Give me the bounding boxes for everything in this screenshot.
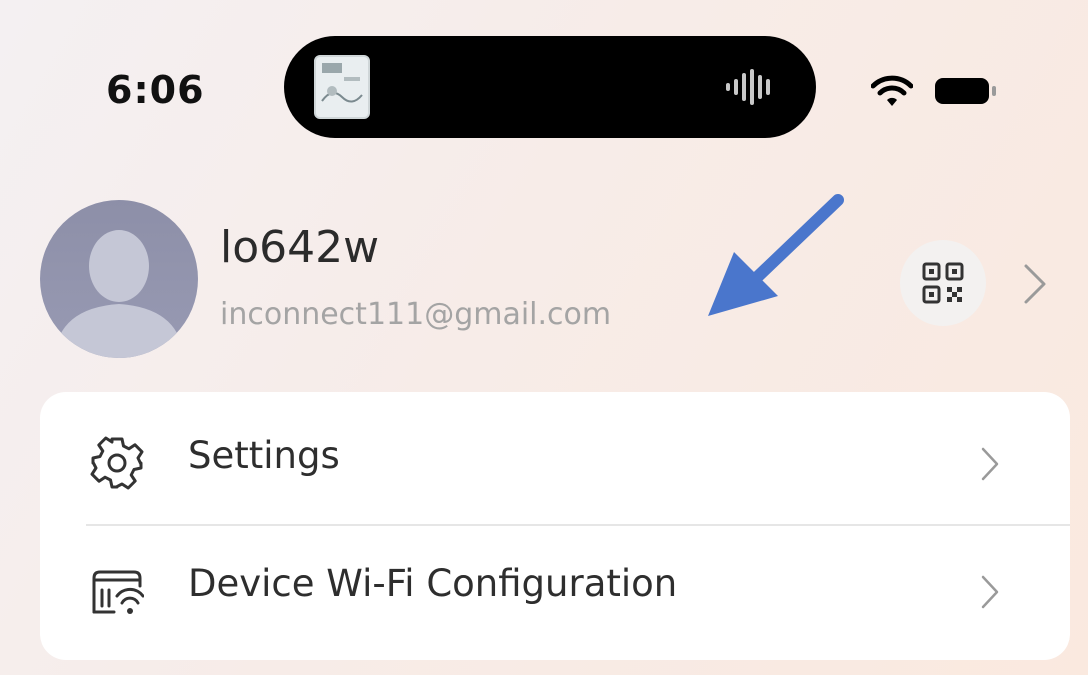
chevron-right-icon — [981, 447, 999, 481]
status-time: 6:06 — [106, 68, 205, 112]
chevron-right-icon[interactable] — [1022, 262, 1048, 306]
menu-item-settings[interactable]: Settings — [40, 392, 1070, 524]
album-thumbnail — [314, 55, 370, 119]
qr-code-button[interactable] — [900, 240, 986, 326]
dynamic-island[interactable] — [284, 36, 816, 138]
profile-email: inconnect111@gmail.com — [220, 297, 612, 332]
battery-icon — [935, 78, 996, 104]
menu-item-device-wifi-configuration[interactable]: Device Wi-Fi Configuration — [40, 526, 1070, 658]
profile-username: lo642w — [220, 222, 380, 273]
arrow-icon — [708, 194, 844, 316]
chevron-right-icon — [981, 575, 999, 609]
gear-icon — [90, 436, 144, 490]
qr-code-icon — [922, 262, 964, 304]
router-wifi-icon — [92, 570, 144, 614]
menu-item-label: Device Wi-Fi Configuration — [188, 562, 678, 605]
menu-item-label: Settings — [188, 434, 340, 477]
audio-waveform-icon — [726, 69, 770, 105]
menu-card: Settings Device Wi-Fi Configuration — [40, 392, 1070, 660]
avatar[interactable] — [40, 200, 198, 358]
wifi-icon — [871, 75, 913, 106]
